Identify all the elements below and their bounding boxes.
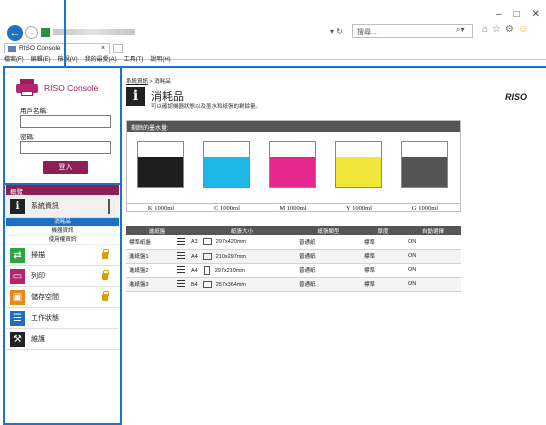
callout-line: [64, 0, 66, 68]
new-tab-button[interactable]: [113, 44, 123, 53]
menu-view[interactable]: 檢視(V): [58, 54, 78, 63]
browser-tab[interactable]: RISO Console ×: [4, 43, 110, 54]
login-area-highlight: [3, 66, 122, 185]
menu-area-highlight: [3, 183, 122, 425]
forward-button[interactable]: →: [25, 26, 38, 39]
refresh-icon[interactable]: ▾ ↻: [330, 27, 343, 36]
settings-icon[interactable]: ⚙: [505, 24, 514, 35]
close-window-button[interactable]: ✕: [532, 9, 540, 20]
search-input[interactable]: 搜尋...: [352, 24, 473, 38]
favorites-icon[interactable]: ☆: [492, 24, 501, 35]
maximize-button[interactable]: □: [514, 9, 520, 20]
menu-file[interactable]: 檔案(F): [4, 54, 24, 63]
menu-help[interactable]: 說明(H): [150, 54, 170, 63]
content-area-highlight: [120, 66, 546, 425]
site-favicon-icon: [41, 28, 50, 37]
toolbar-icons: ⌂ ☆ ⚙ ☺: [482, 24, 528, 35]
search-icon[interactable]: ⌕▾: [456, 25, 465, 35]
tab-title: RISO Console: [19, 45, 61, 52]
window-controls: – □ ✕: [496, 9, 540, 20]
back-button[interactable]: ←: [7, 25, 23, 41]
tab-favicon-icon: [8, 46, 16, 52]
minimize-button[interactable]: –: [496, 9, 502, 20]
tab-close-icon[interactable]: ×: [101, 45, 105, 52]
menu-favorites[interactable]: 我的最愛(A): [85, 54, 117, 63]
menu-tools[interactable]: 工具(T): [124, 54, 144, 63]
menu-edit[interactable]: 編輯(E): [31, 54, 51, 63]
menu-bar: 檔案(F) 編輯(E) 檢視(V) 我的最愛(A) 工具(T) 說明(H): [4, 54, 171, 63]
home-icon[interactable]: ⌂: [482, 24, 488, 35]
feedback-icon[interactable]: ☺: [518, 24, 528, 35]
browser-chrome: – □ ✕ ← → ▾ ↻ 搜尋... ⌕▾ ⌂ ☆ ⚙ ☺ RISO Cons…: [0, 0, 546, 63]
